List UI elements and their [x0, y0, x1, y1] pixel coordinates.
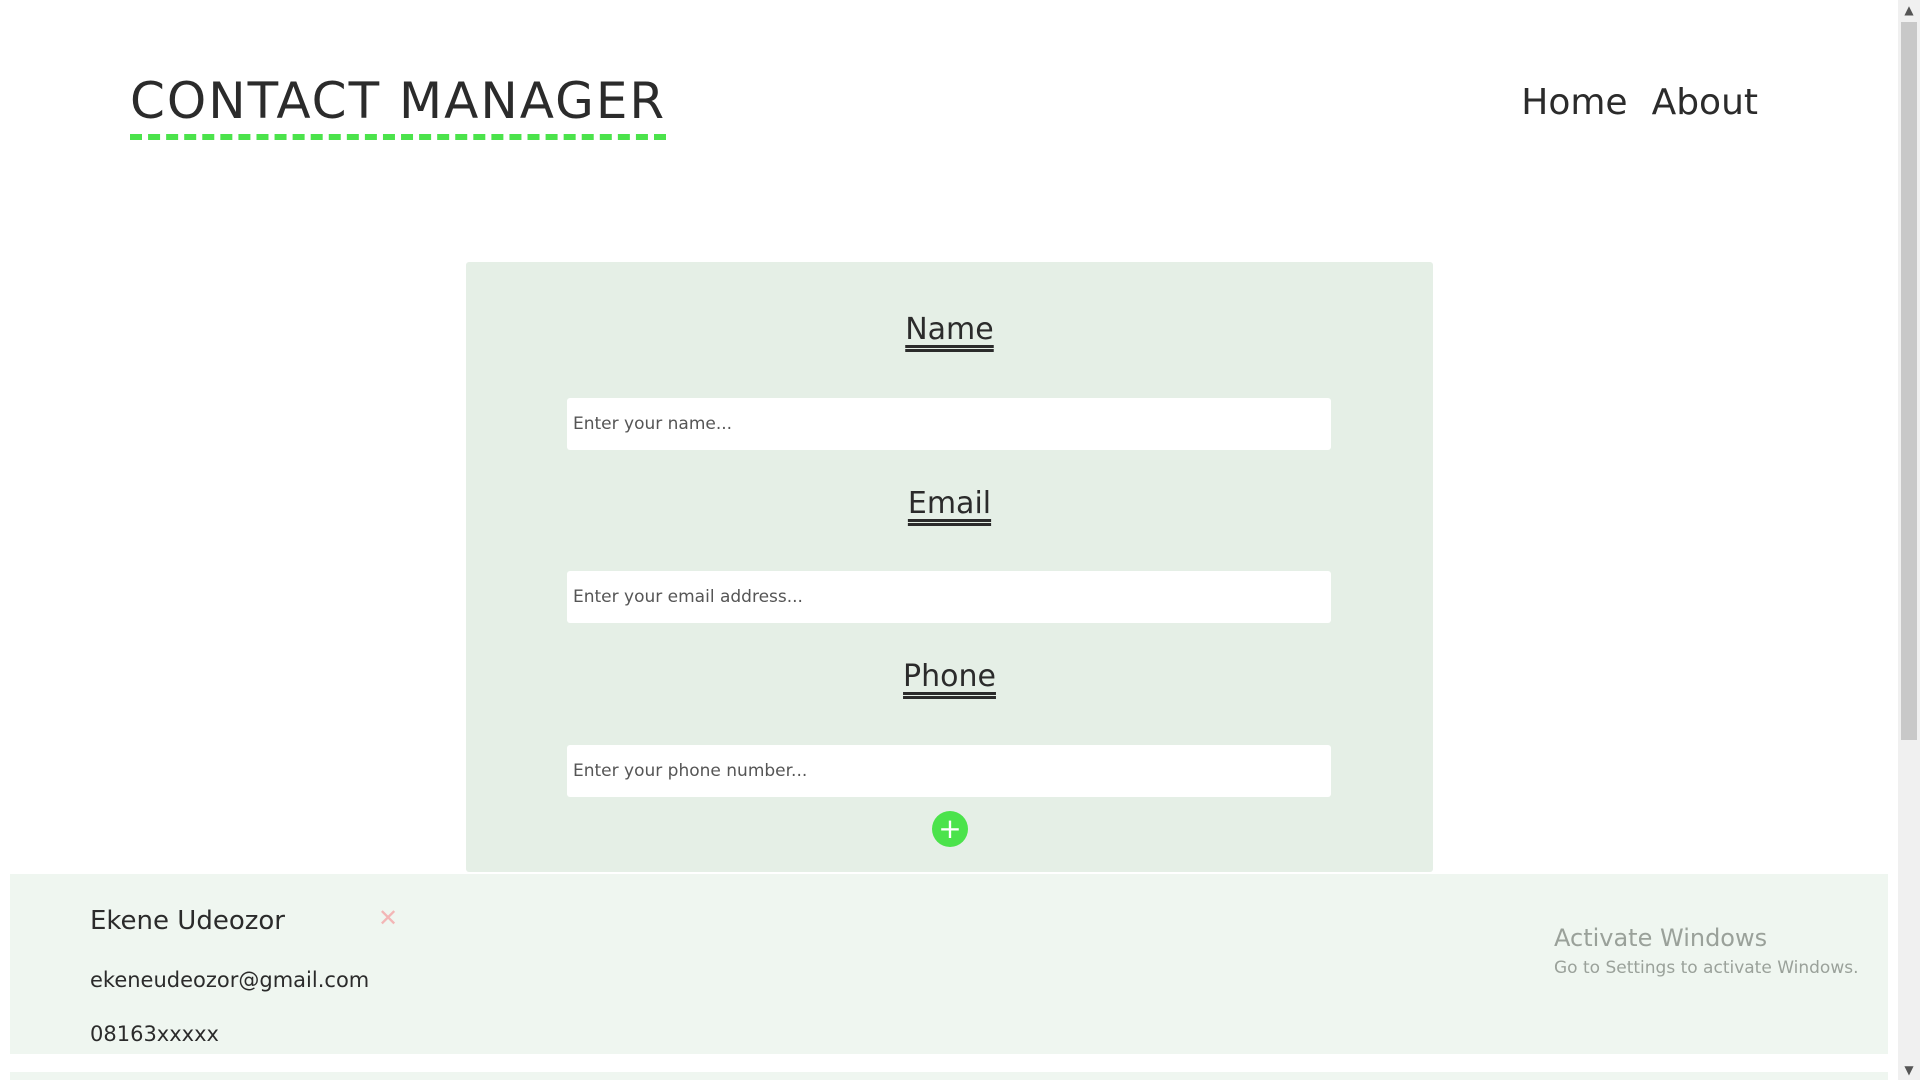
contact-form: Name Email Phone + [466, 262, 1433, 872]
nav-bar: Home About [1521, 82, 1758, 123]
phone-label: Phone [903, 659, 996, 694]
scroll-down-icon[interactable]: ▼ [1898, 1060, 1920, 1080]
contact-phone: 08163xxxxx [90, 1022, 219, 1046]
name-label: Name [905, 312, 994, 347]
app-title: CONTACT MANAGER [130, 72, 667, 140]
email-input[interactable] [567, 571, 1331, 623]
scroll-thumb[interactable] [1901, 22, 1917, 740]
contact-name: Ekene Udeozor [90, 906, 285, 936]
watermark-title: Activate Windows [1554, 924, 1768, 952]
name-input[interactable] [567, 398, 1331, 450]
nav-about-link[interactable]: About [1652, 82, 1758, 123]
vertical-scrollbar[interactable]: ▲ ▼ [1898, 0, 1920, 1080]
watermark-subtitle: Go to Settings to activate Windows. [1554, 958, 1859, 978]
phone-input[interactable] [567, 745, 1331, 797]
add-contact-button[interactable]: + [932, 811, 968, 847]
next-contact-card-edge [10, 1072, 1888, 1080]
nav-home-link[interactable]: Home [1521, 82, 1627, 123]
activate-windows-watermark: Activate Windows Go to Settings to activ… [1554, 924, 1859, 978]
email-label: Email [907, 486, 992, 521]
header: CONTACT MANAGER Home About [0, 0, 1898, 200]
scroll-up-icon[interactable]: ▲ [1898, 0, 1920, 20]
contact-email: ekeneudeozor@gmail.com [90, 968, 370, 992]
delete-contact-button[interactable]: ✕ [378, 904, 398, 932]
